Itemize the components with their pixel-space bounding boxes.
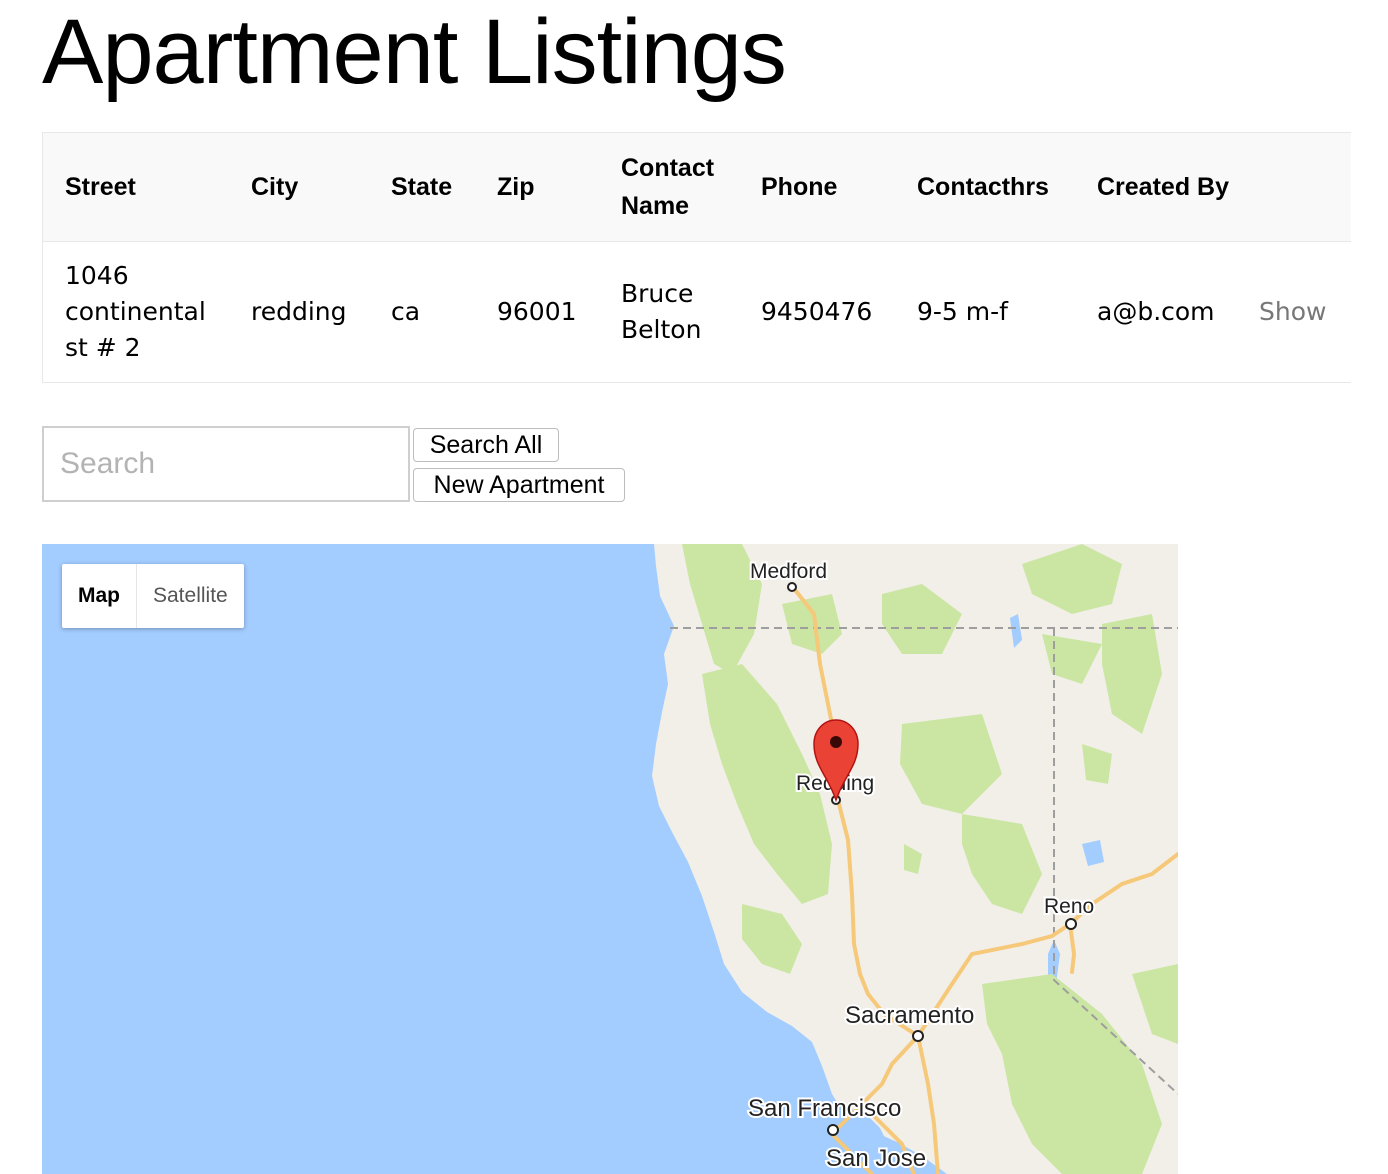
- page: Apartment Listings Street City State Zip…: [0, 0, 1388, 1174]
- column-header-contacthrs: Contacthrs: [895, 132, 1075, 242]
- reno-dot: [1065, 918, 1077, 930]
- map-label-medford: Medford: [750, 560, 827, 583]
- map-canvas[interactable]: Medford Redding Reno Sacramento San Fran…: [42, 544, 1178, 1174]
- map[interactable]: Medford Redding Reno Sacramento San Fran…: [42, 544, 1178, 1174]
- sacramento-dot: [912, 1030, 924, 1042]
- new-apartment-button[interactable]: New Apartment: [413, 468, 625, 502]
- search-all-button[interactable]: Search All: [413, 428, 559, 462]
- map-label-sacramento: Sacramento: [845, 1002, 974, 1029]
- cell-contacthrs: 9-5 m-f: [895, 241, 1075, 383]
- column-header-street: Street: [42, 132, 229, 242]
- table-header-row: Street City State Zip Contact Name Phone…: [42, 132, 1351, 242]
- search-input[interactable]: [42, 426, 410, 502]
- table-row: 1046 continental st # 2 redding ca 96001…: [42, 241, 1351, 383]
- show-link[interactable]: Show: [1237, 241, 1351, 383]
- map-label-san-jose: San Jose: [826, 1145, 926, 1172]
- table-body: 1046 continental st # 2 redding ca 96001…: [42, 241, 1351, 383]
- column-header-state: State: [369, 132, 475, 242]
- page-title: Apartment Listings: [42, 1, 787, 103]
- map-label-san-francisco: San Francisco: [748, 1095, 901, 1122]
- column-header-created-by: Created By: [1075, 132, 1237, 242]
- san-francisco-dot: [827, 1124, 839, 1136]
- column-header-zip: Zip: [475, 132, 599, 242]
- column-header-phone: Phone: [739, 132, 895, 242]
- cell-zip: 96001: [475, 241, 599, 383]
- column-header-contact-name: Contact Name: [599, 132, 739, 242]
- medford-dot: [787, 582, 797, 592]
- cell-street: 1046 continental st # 2: [42, 241, 229, 383]
- column-header-city: City: [229, 132, 369, 242]
- cell-state: ca: [369, 241, 475, 383]
- listings-table: Street City State Zip Contact Name Phone…: [42, 132, 1351, 383]
- cell-created-by: a@b.com: [1075, 241, 1237, 383]
- map-type-map-button[interactable]: Map: [62, 564, 137, 628]
- cell-contact-name: Bruce Belton: [599, 241, 739, 383]
- column-header-actions: [1237, 132, 1351, 242]
- map-type-satellite-button[interactable]: Satellite: [137, 564, 244, 628]
- cell-phone: 9450476: [739, 241, 895, 383]
- table-header: Street City State Zip Contact Name Phone…: [42, 132, 1351, 242]
- map-type-control: Map Satellite: [62, 564, 244, 628]
- cell-city: redding: [229, 241, 369, 383]
- map-label-reno: Reno: [1044, 895, 1094, 918]
